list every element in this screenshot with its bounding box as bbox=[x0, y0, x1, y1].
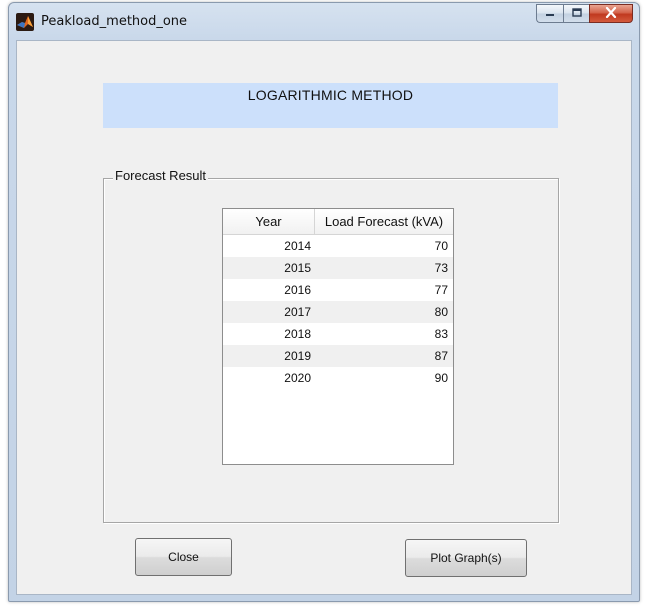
year-cell[interactable]: 2020 bbox=[223, 367, 315, 389]
table-row[interactable]: 2019 87 bbox=[223, 345, 453, 367]
year-cell[interactable]: 2018 bbox=[223, 323, 315, 345]
forecast-table[interactable]: Year Load Forecast (kVA) 2014 70 2015 73… bbox=[222, 208, 454, 465]
close-icon bbox=[605, 5, 617, 23]
table-row[interactable]: 2014 70 bbox=[223, 235, 453, 257]
column-header-year[interactable]: Year bbox=[223, 209, 315, 234]
minimize-icon bbox=[544, 5, 556, 23]
method-title: LOGARITHMIC METHOD bbox=[247, 87, 414, 103]
plot-graphs-button[interactable]: Plot Graph(s) bbox=[405, 539, 527, 577]
method-banner: LOGARITHMIC METHOD bbox=[103, 83, 558, 128]
load-forecast-cell[interactable]: 87 bbox=[315, 345, 453, 367]
column-header-load-forecast[interactable]: Load Forecast (kVA) bbox=[315, 209, 453, 234]
minimize-button[interactable] bbox=[536, 4, 563, 23]
load-forecast-cell[interactable]: 77 bbox=[315, 279, 453, 301]
table-body: 2014 70 2015 73 2016 77 2017 80 2018 83 … bbox=[223, 235, 453, 389]
load-forecast-cell[interactable]: 70 bbox=[315, 235, 453, 257]
forecast-result-label: Forecast Result bbox=[113, 168, 209, 183]
load-forecast-cell[interactable]: 80 bbox=[315, 301, 453, 323]
load-forecast-cell[interactable]: 83 bbox=[315, 323, 453, 345]
table-row[interactable]: 2016 77 bbox=[223, 279, 453, 301]
title-bar[interactable]: Peakload_method_one bbox=[9, 3, 639, 39]
caption-buttons bbox=[536, 4, 633, 24]
year-cell[interactable]: 2019 bbox=[223, 345, 315, 367]
matlab-icon bbox=[16, 13, 34, 31]
table-header: Year Load Forecast (kVA) bbox=[223, 209, 453, 235]
app-window: Peakload_method_one LOGARITHMIC METHOD F… bbox=[8, 2, 640, 602]
table-row[interactable]: 2017 80 bbox=[223, 301, 453, 323]
maximize-button[interactable] bbox=[563, 4, 589, 23]
year-cell[interactable]: 2016 bbox=[223, 279, 315, 301]
year-cell[interactable]: 2017 bbox=[223, 301, 315, 323]
window-title: Peakload_method_one bbox=[41, 14, 188, 29]
year-cell[interactable]: 2015 bbox=[223, 257, 315, 279]
figure-client-area: LOGARITHMIC METHOD Forecast Result Year … bbox=[16, 40, 632, 595]
load-forecast-cell[interactable]: 90 bbox=[315, 367, 453, 389]
year-cell[interactable]: 2014 bbox=[223, 235, 315, 257]
table-row[interactable]: 2020 90 bbox=[223, 367, 453, 389]
load-forecast-cell[interactable]: 73 bbox=[315, 257, 453, 279]
table-row[interactable]: 2018 83 bbox=[223, 323, 453, 345]
close-button[interactable]: Close bbox=[135, 538, 232, 576]
window-close-button[interactable] bbox=[589, 4, 633, 23]
table-row[interactable]: 2015 73 bbox=[223, 257, 453, 279]
maximize-icon bbox=[571, 5, 583, 23]
